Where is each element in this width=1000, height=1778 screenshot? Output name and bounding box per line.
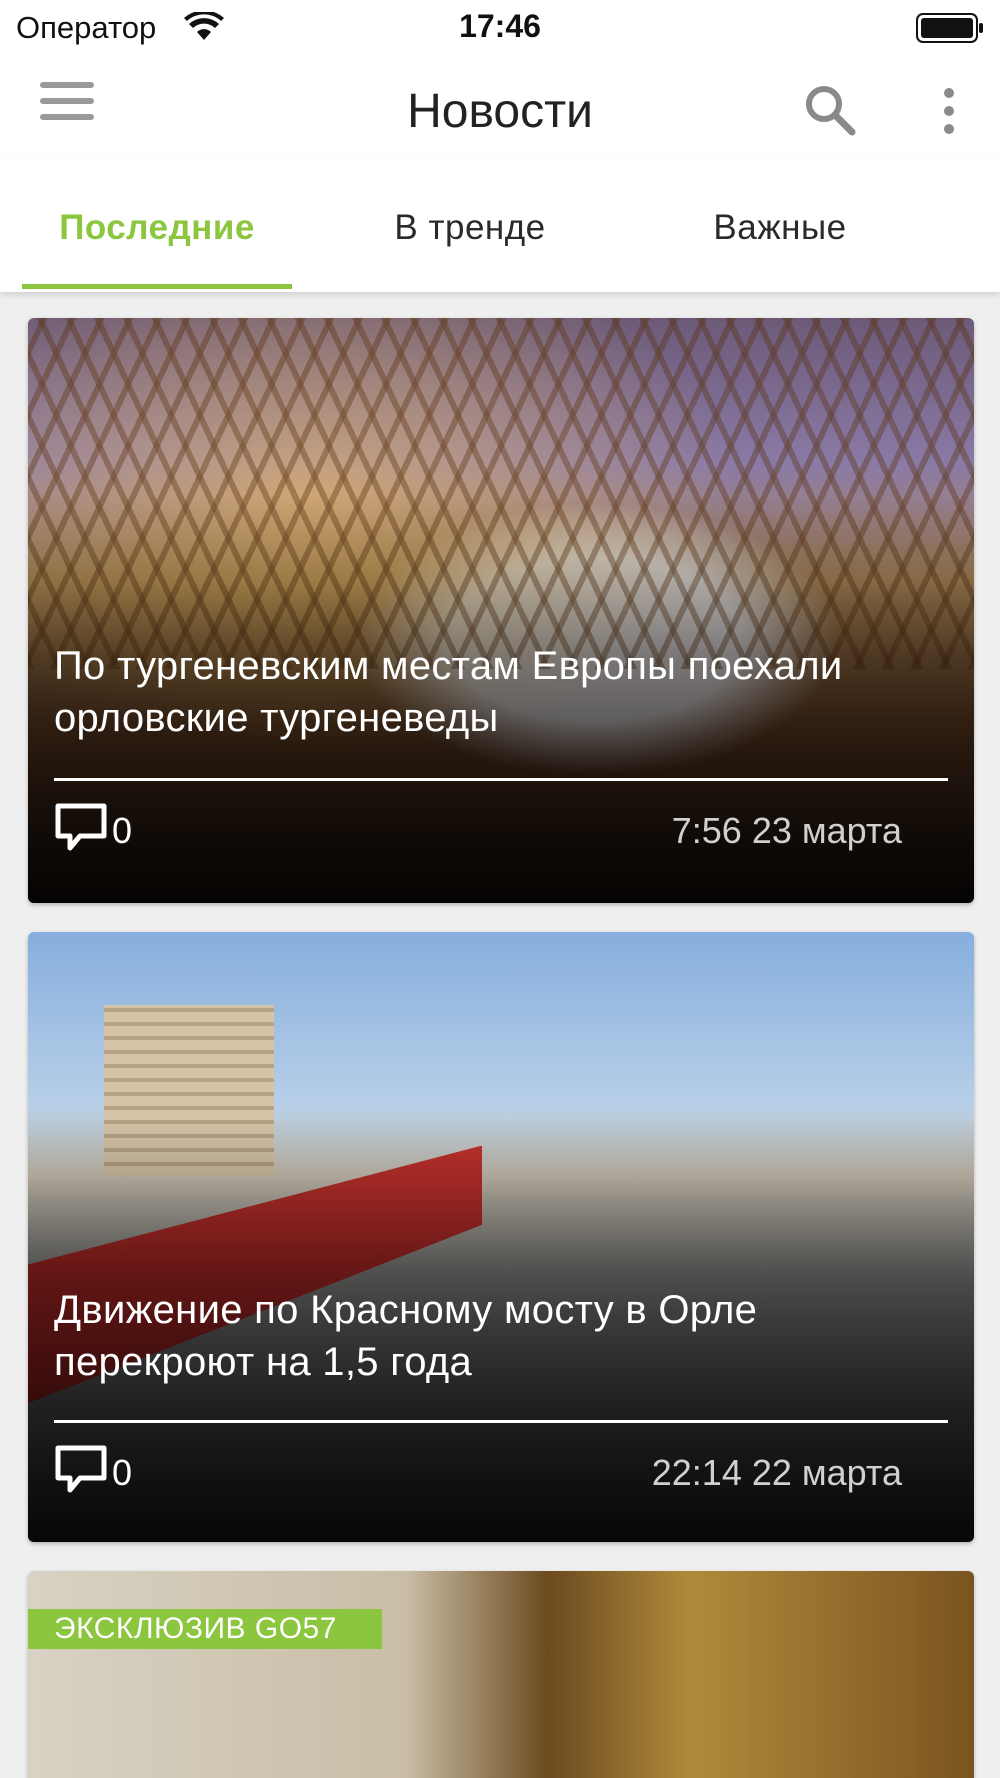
comment-icon <box>55 1445 107 1493</box>
clock: 17:46 <box>459 8 541 44</box>
card-divider <box>54 1420 948 1423</box>
news-card[interactable]: По тургеневским местам Европы поехали ор… <box>28 318 974 903</box>
exclusive-badge: ЭКСКЛЮЗИВ GO57 <box>28 1609 382 1649</box>
news-title: По тургеневским местам Европы поехали ор… <box>54 644 843 740</box>
tab-latest[interactable]: Последние <box>22 208 292 248</box>
news-photo-church-interior <box>28 1571 974 1778</box>
news-card[interactable]: ЭКСКЛЮЗИВ GO57 <box>28 1571 974 1778</box>
comment-count: 0 <box>112 810 133 851</box>
comment-icon <box>55 803 107 851</box>
news-date: 22:14 22 марта <box>651 1452 902 1493</box>
search-icon[interactable] <box>800 80 860 140</box>
active-tab-indicator <box>22 284 292 289</box>
battery-icon <box>916 13 983 43</box>
card-divider <box>54 778 948 781</box>
tab-important[interactable]: Важные <box>640 208 920 248</box>
app-bar: Новости <box>0 60 1000 156</box>
tab-bar: Последние В тренде Важные <box>0 156 1000 292</box>
news-screen: Оператор 17:46 Новости Последние В тренд… <box>0 0 1000 1778</box>
comment-count: 0 <box>112 1452 133 1493</box>
more-vertical-icon[interactable] <box>930 86 970 136</box>
tab-trending[interactable]: В тренде <box>330 208 610 248</box>
news-date: 7:56 23 марта <box>671 810 902 851</box>
news-card[interactable]: Движение по Красному мосту в Орле перекр… <box>28 932 974 1542</box>
news-title: Движение по Красному мосту в Орле перекр… <box>54 1288 758 1384</box>
status-bar: Оператор 17:46 <box>0 0 1000 60</box>
